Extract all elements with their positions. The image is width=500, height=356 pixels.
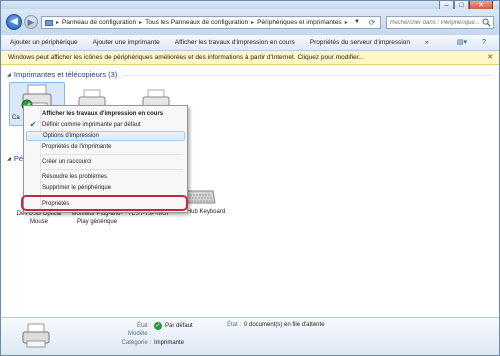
detail-value: Imprimante [154, 340, 185, 346]
explorer-window: – □ ✕ ◀ ▶ ▸ Panneau de configuration ▸ T… [0, 0, 500, 356]
detail-category: Catégorie : Imprimante [121, 340, 184, 346]
see-print-jobs-button[interactable]: Afficher les travaux d'impression en cou… [175, 39, 295, 46]
details-pane: État : ✓ Par défaut Modèle : Catégorie :… [1, 317, 499, 355]
detail-key: Modèle : [127, 331, 151, 337]
add-device-button[interactable]: Ajouter un périphérique [10, 39, 78, 46]
detail-value: Par défaut [165, 323, 193, 329]
peripherals-group-header[interactable]: ◢ Pé [7, 154, 23, 163]
title-bar: – □ ✕ [1, 1, 499, 12]
menu-item-set-default[interactable]: ✔ Définir comme imprimante par défaut [26, 120, 185, 130]
detail-state: État : ✓ Par défaut [121, 322, 193, 330]
more-commands-button[interactable]: » [425, 39, 429, 46]
group-divider [123, 75, 493, 76]
info-bar-text: Windows peut afficher les icônes de péri… [8, 54, 364, 61]
refresh-icon[interactable]: ⟳ [366, 17, 378, 28]
menu-item-label: Supprimer le périphérique [42, 185, 112, 191]
print-server-properties-button[interactable]: Propriétés du serveur d'impression [310, 39, 410, 46]
command-bar: Ajouter un périphérique Ajouter une impr… [1, 35, 499, 51]
menu-item-label: Options d'impression [43, 133, 99, 139]
menu-item-label: Afficher les travaux d'impression en cou… [42, 111, 164, 117]
close-icon[interactable]: ✕ [487, 51, 493, 64]
printers-group-header[interactable]: ◢ Imprimantes et télécopieurs (3) [7, 70, 117, 79]
breadcrumb-separator-icon[interactable]: ▸ [56, 19, 59, 26]
search-icon[interactable] [482, 18, 491, 27]
add-printer-button[interactable]: Ajouter une imprimante [93, 39, 160, 46]
menu-item-troubleshoot[interactable]: Résoudre les problèmes [26, 172, 185, 182]
printer-icon [22, 323, 50, 348]
info-bar[interactable]: Windows peut afficher les icônes de péri… [1, 51, 499, 65]
help-icon[interactable]: ? [477, 38, 491, 48]
menu-item-label: Propriétés de l'imprimante [42, 144, 112, 150]
detail-model: Modèle : [121, 331, 154, 337]
device-label: Dell USB Optical Mouse [16, 211, 62, 225]
detail-queue: État : 0 document(s) en file d'attente [211, 322, 325, 328]
forward-button[interactable]: ▶ [24, 15, 38, 29]
menu-separator [43, 169, 183, 170]
collapse-triangle-icon[interactable]: ◢ [7, 72, 11, 78]
menu-separator [43, 154, 183, 155]
toolbar-right: ▤▾ ? [455, 38, 491, 48]
menu-item-see-print-jobs[interactable]: Afficher les travaux d'impression en cou… [26, 109, 185, 119]
menu-item-label: Définir comme imprimante par défaut [42, 122, 141, 128]
breadcrumb-item[interactable]: Tous les Panneaux de configuration [145, 19, 248, 26]
menu-item-label: Résoudre les problèmes [42, 174, 108, 180]
menu-item-printing-preferences[interactable]: Options d'impression [26, 131, 185, 141]
breadcrumb-separator-icon[interactable]: ▸ [139, 19, 142, 26]
menu-item-label: Créer un raccourci [42, 159, 92, 165]
search-box[interactable] [386, 16, 494, 29]
search-input[interactable] [387, 17, 479, 28]
annotation-highlight-ring [21, 195, 188, 211]
detail-key: État : [136, 323, 151, 329]
detail-key: Catégorie : [121, 340, 151, 346]
detail-key: État : [226, 322, 241, 328]
checkmark-icon: ✔ [29, 120, 37, 129]
view-options-icon[interactable]: ▤▾ [455, 38, 469, 48]
control-panel-icon [45, 19, 53, 26]
address-row: ◀ ▶ ▸ Panneau de configuration ▸ Tous le… [1, 9, 499, 35]
breadcrumb-separator-icon[interactable]: ▸ [345, 19, 348, 26]
breadcrumb-separator-icon[interactable]: ▸ [251, 19, 254, 26]
back-button[interactable]: ◀ [6, 14, 22, 30]
breadcrumb-item[interactable]: Périphériques et imprimantes [257, 19, 342, 26]
menu-item-printer-properties[interactable]: Propriétés de l'imprimante [26, 142, 185, 152]
printers-group-title: Imprimantes et télécopieurs (3) [13, 70, 118, 79]
address-bar[interactable]: ▸ Panneau de configuration ▸ Tous les Pa… [41, 16, 381, 29]
address-dropdown-icon[interactable]: ▼ [352, 17, 362, 28]
menu-item-create-shortcut[interactable]: Créer un raccourci [26, 157, 185, 167]
default-check-icon: ✓ [154, 322, 162, 330]
breadcrumb-item[interactable]: Panneau de configuration [62, 19, 136, 26]
peripherals-group-title: Pé [13, 154, 24, 163]
menu-item-remove-device[interactable]: Supprimer le périphérique [26, 183, 185, 193]
collapse-triangle-icon[interactable]: ◢ [7, 156, 11, 162]
detail-value: 0 document(s) en file d'attente [244, 322, 325, 328]
